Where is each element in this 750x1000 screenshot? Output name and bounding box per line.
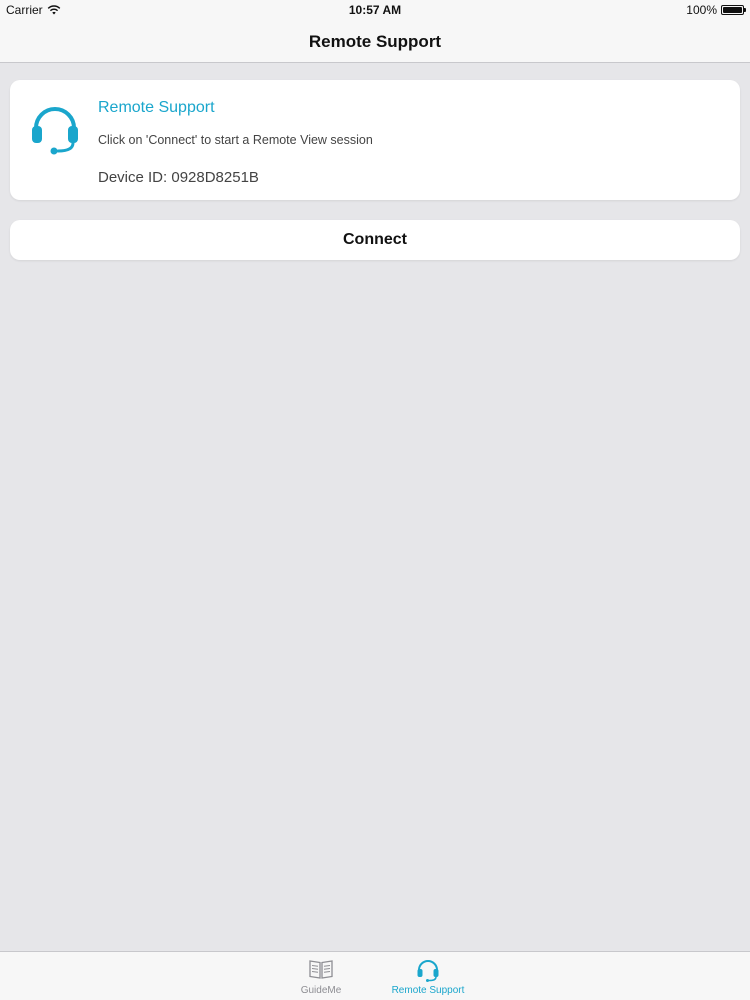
tab-remote-support-label: Remote Support xyxy=(391,985,465,996)
headset-icon xyxy=(415,956,441,982)
headset-icon xyxy=(28,100,82,156)
navigation-bar: Remote Support xyxy=(0,20,750,63)
tab-guideme[interactable]: GuideMe xyxy=(266,956,376,1000)
card-instruction: Click on 'Connect' to start a Remote Vie… xyxy=(98,133,373,147)
battery-percent: 100% xyxy=(686,3,717,17)
status-right: 100% xyxy=(686,3,746,17)
status-bar: Carrier 10:57 AM 100% xyxy=(0,0,750,20)
tab-guideme-label: GuideMe xyxy=(300,985,342,996)
remote-support-card: Remote Support Click on 'Connect' to sta… xyxy=(10,80,740,200)
connect-button[interactable]: Connect xyxy=(10,220,740,260)
book-icon xyxy=(308,956,334,982)
status-time: 10:57 AM xyxy=(348,3,402,17)
tab-remote-support[interactable]: Remote Support xyxy=(373,956,483,1000)
card-title: Remote Support xyxy=(98,99,215,116)
tab-bar: GuideMe Remote Support xyxy=(0,951,750,1000)
device-id-label: Device ID: 0928D8251B xyxy=(98,169,259,186)
page-title: Remote Support xyxy=(308,32,442,51)
battery-icon xyxy=(721,5,746,15)
